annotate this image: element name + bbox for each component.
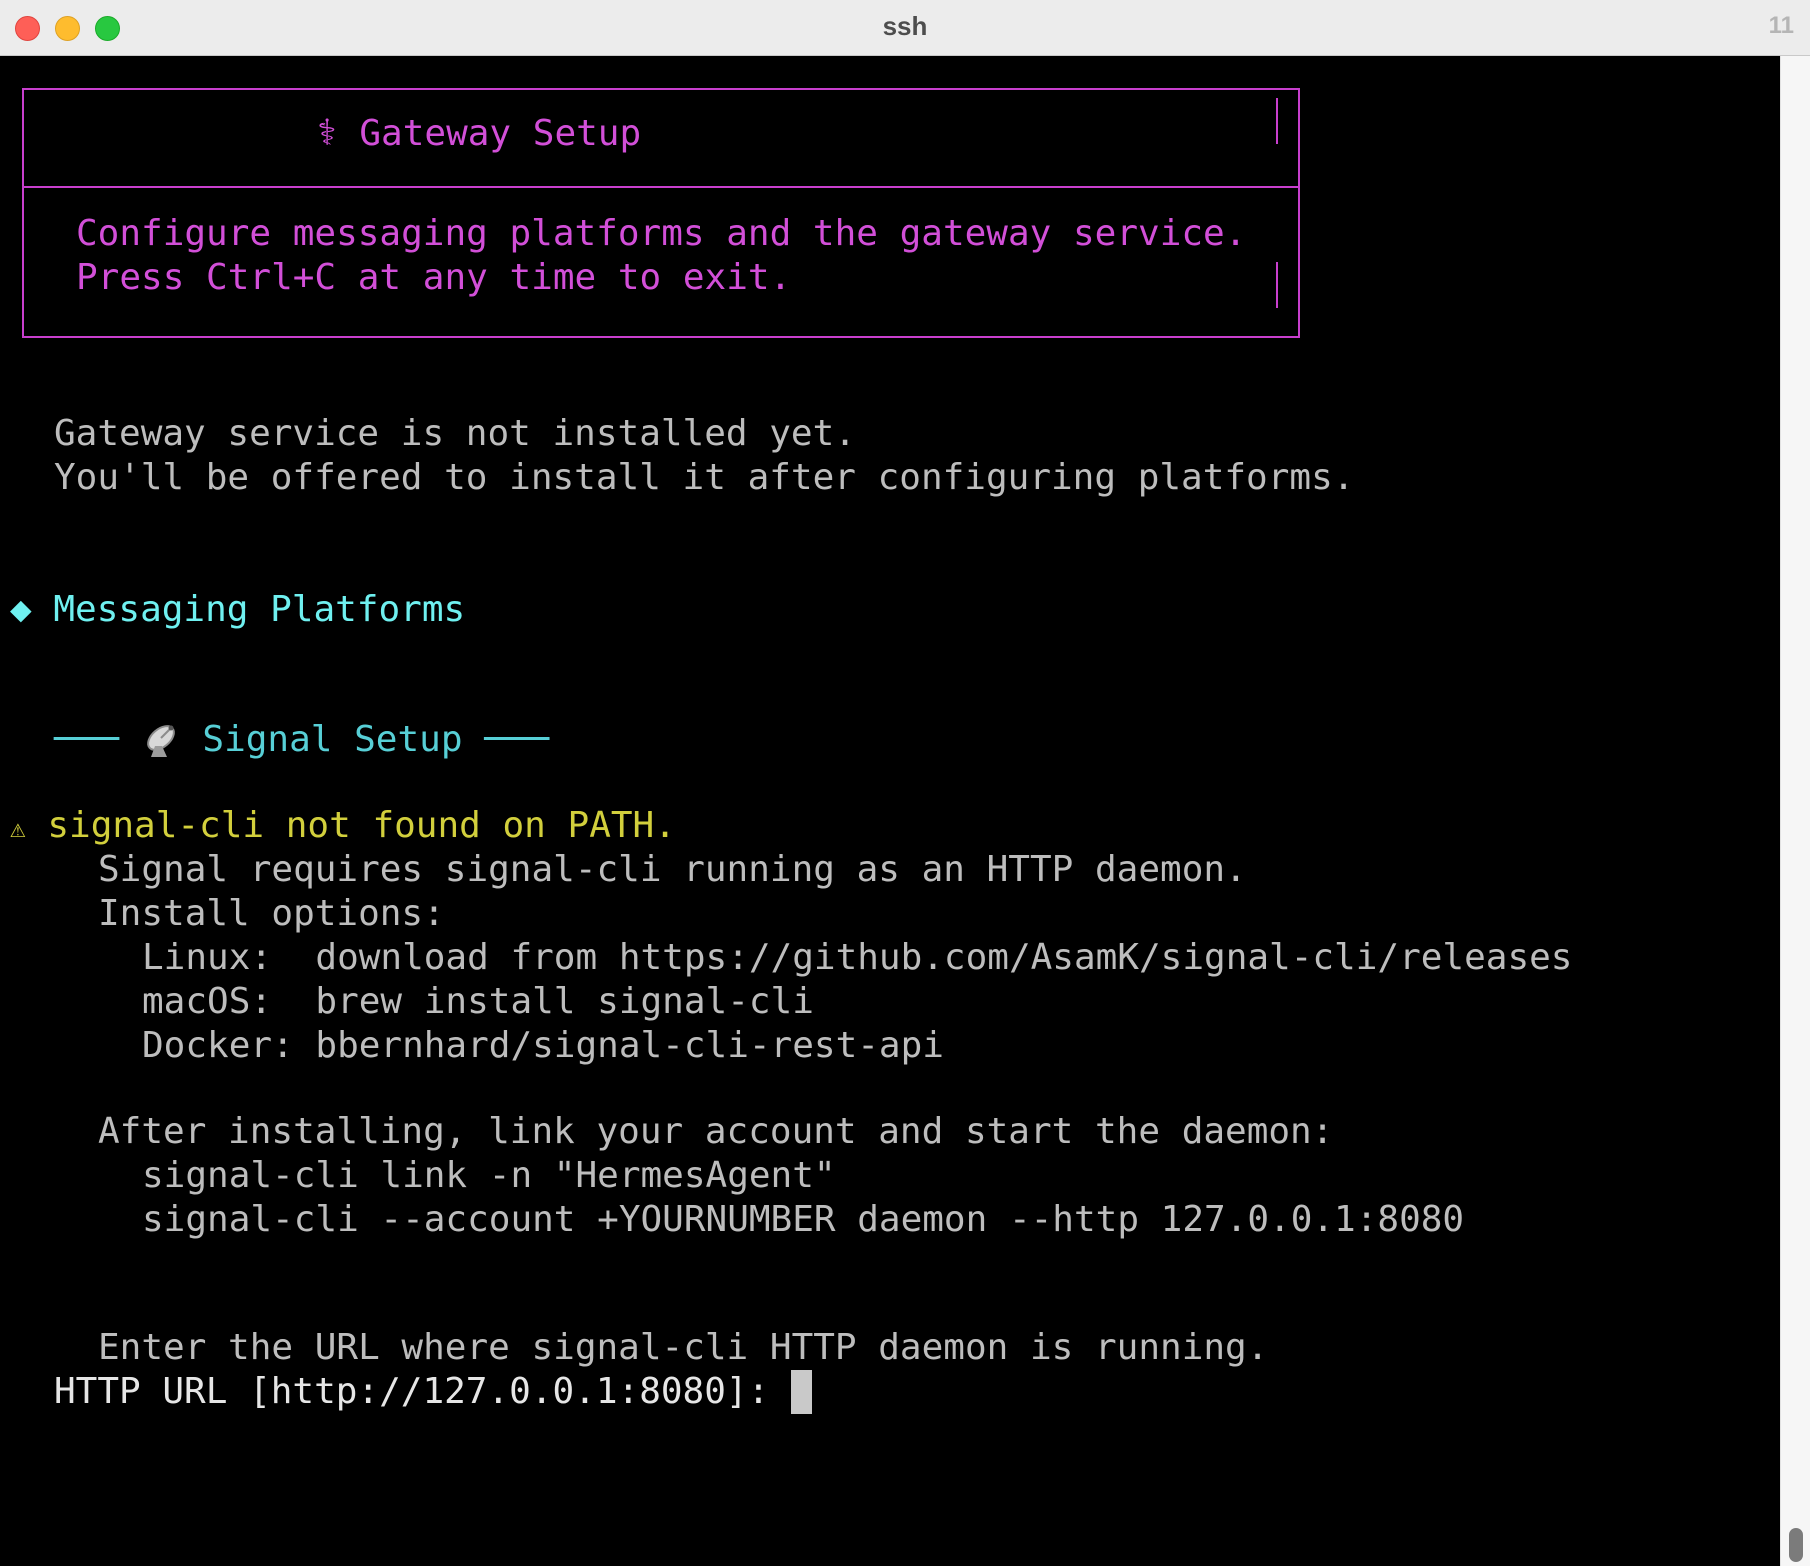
install-option-macos: macOS: brew install signal-cli	[142, 981, 814, 1022]
warning-icon: ⚠	[10, 814, 26, 844]
section-title: Messaging Platforms	[53, 589, 466, 630]
tab-count: 11	[1768, 12, 1794, 39]
banner-title: Gateway Setup	[359, 113, 642, 154]
window-title: ssh	[882, 11, 928, 41]
diamond-icon: ◆	[10, 589, 32, 630]
status-line-2: You'll be offered to install it after co…	[54, 457, 1355, 498]
text-cursor[interactable]	[790, 1370, 812, 1414]
prompt-label: HTTP URL [http://127.0.0.1:8080]:	[54, 1371, 791, 1412]
install-option-docker: Docker: bbernhard/signal-cli-rest-api	[142, 1025, 944, 1066]
install-options-header: Install options:	[98, 893, 445, 934]
scrollbar-thumb[interactable]	[1789, 1528, 1803, 1562]
rule-right: ───	[484, 719, 550, 760]
section-heading: ◆ Messaging Platforms	[10, 588, 465, 632]
signal-setup-title: Signal Setup	[202, 719, 463, 760]
after-install-header: After installing, link your account and …	[98, 1111, 1334, 1152]
command-link: signal-cli link -n "HermesAgent"	[142, 1155, 836, 1196]
warning-text: signal-cli not found on PATH.	[47, 805, 676, 846]
rule-left: ───	[54, 719, 120, 760]
warning-row: ⚠ signal-cli not found on PATH.	[10, 804, 676, 851]
command-daemon: signal-cli --account +YOURNUMBER daemon …	[142, 1199, 1465, 1240]
terminal-window: ssh 11 ⚕ Gateway Setup Configure messagi…	[0, 0, 1810, 1566]
banner-edge	[1276, 98, 1278, 144]
warning-detail: Signal requires signal-cli running as an…	[98, 849, 1247, 890]
banner-line-1: Configure messaging platforms and the ga…	[76, 213, 1247, 254]
satellite-dish-icon	[141, 720, 181, 760]
install-option-linux: Linux: download from https://github.com/…	[142, 937, 1573, 978]
prompt-hint: Enter the URL where signal-cli HTTP daem…	[98, 1327, 1269, 1368]
status-line-1: Gateway service is not installed yet.	[54, 413, 856, 454]
scrollbar[interactable]	[1780, 56, 1810, 1566]
banner-edge	[1276, 262, 1278, 308]
banner-title-row: ⚕ Gateway Setup	[316, 112, 641, 156]
banner-line-2: Press Ctrl+C at any time to exit.	[76, 257, 792, 298]
prompt-row[interactable]: HTTP URL [http://127.0.0.1:8080]:	[54, 1370, 812, 1414]
title-bar: ssh 11	[0, 0, 1810, 56]
banner-divider	[22, 186, 1300, 188]
terminal-output[interactable]: ⚕ Gateway Setup Configure messaging plat…	[0, 56, 1780, 1566]
caduceus-icon: ⚕	[316, 113, 338, 154]
signal-setup-heading: ─── Signal Setup ───	[54, 718, 549, 762]
